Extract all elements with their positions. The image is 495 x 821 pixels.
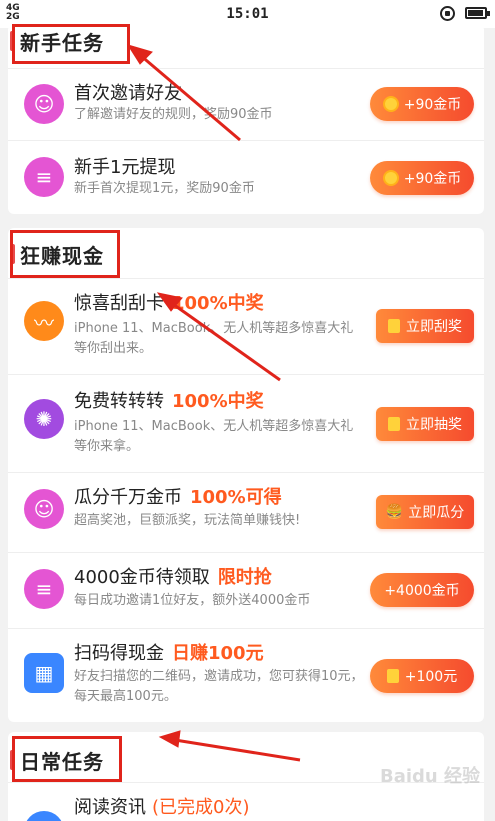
task-row[interactable]: ✺ 免费转转转 100%中奖 iPhone 11、MacBook、无人机等超多惊喜… bbox=[8, 374, 484, 470]
task-highlight: 日赚100元 bbox=[172, 643, 264, 664]
task-row[interactable]: ☺ 瓜分千万金币 100%可得 超高奖池，巨额派奖，玩法简单赚钱快! 🍔 立即瓜分 bbox=[8, 472, 484, 552]
button-label: 立即抽奖 bbox=[406, 417, 462, 433]
reward-button-label: +4000金币 bbox=[384, 583, 460, 599]
red-envelope-icon bbox=[388, 417, 400, 431]
draw-now-button[interactable]: 立即抽奖 bbox=[376, 407, 474, 441]
task-title-text: 免费转转转 bbox=[74, 391, 164, 412]
task-row[interactable]: 〰 惊喜刮刮卡 100%中奖 iPhone 11、MacBook、无人机等超多惊喜… bbox=[8, 278, 484, 372]
clock: 15:01 bbox=[226, 6, 269, 22]
reward-button[interactable]: +100元 bbox=[370, 659, 474, 693]
scratch-now-button[interactable]: 立即刮奖 bbox=[376, 309, 474, 343]
red-envelope-icon bbox=[386, 669, 399, 683]
annotation-box bbox=[12, 736, 122, 782]
task-highlight: 100%中奖 bbox=[172, 391, 264, 412]
task-title: 扫码得现金 日赚100元 bbox=[74, 639, 264, 665]
treasure-icon: 🍔 bbox=[385, 504, 404, 520]
coin-icon bbox=[382, 170, 399, 186]
task-description: iPhone 11、MacBook、无人机等超多惊喜大礼等你刮出来。 bbox=[74, 321, 354, 356]
coin-stack-icon: ≡ bbox=[24, 569, 64, 609]
coin-icon bbox=[382, 96, 399, 112]
task-title: 免费转转转 100%中奖 bbox=[74, 387, 264, 413]
button-label: 立即刮奖 bbox=[406, 319, 462, 335]
task-title: 惊喜刮刮卡 100%中奖 bbox=[74, 289, 264, 315]
task-description: 超高奖池，巨额派奖，玩法简单赚钱快! bbox=[74, 513, 301, 528]
button-label: 立即瓜分 bbox=[408, 505, 465, 521]
task-row[interactable]: ▦ 扫码得现金 日赚100元 好友扫描您的二维码，邀请成功，您可获得10元，每天最… bbox=[8, 628, 484, 720]
task-highlight: 100%可得 bbox=[190, 487, 282, 508]
news-icon bbox=[24, 811, 64, 821]
reward-button[interactable]: +4000金币 bbox=[370, 573, 474, 607]
task-row[interactable]: ≡ 4000金币待领取 限时抢 每日成功邀请1位好友，额外送4000金币 +400… bbox=[8, 552, 484, 628]
invite-user-icon: ☺ bbox=[24, 84, 64, 124]
red-envelope-icon bbox=[388, 319, 400, 333]
scratch-card-icon: 〰 bbox=[24, 301, 64, 341]
task-title: 新手1元提现 bbox=[74, 157, 176, 178]
battery-icon bbox=[465, 7, 490, 19]
reward-button[interactable]: +90金币 bbox=[370, 161, 474, 195]
task-title: 4000金币待领取 限时抢 bbox=[74, 563, 272, 589]
task-title-text: 4000金币待领取 bbox=[74, 567, 210, 588]
task-title: 瓜分千万金币 100%可得 bbox=[74, 483, 282, 509]
qr-code-icon: ▦ bbox=[24, 653, 64, 693]
reward-button-label: +100元 bbox=[404, 669, 458, 685]
reward-button-label: +90金币 bbox=[403, 171, 462, 187]
task-title-text: 瓜分千万金币 bbox=[74, 487, 182, 508]
reward-button[interactable]: +90金币 bbox=[370, 87, 474, 121]
task-description: 好友扫描您的二维码，邀请成功，您可获得10元，每天最高100元。 bbox=[74, 669, 364, 704]
task-title-text: 扫码得现金 bbox=[74, 643, 164, 664]
annotation-box bbox=[10, 230, 120, 278]
task-title-text: 阅读资讯 bbox=[74, 797, 146, 818]
annotation-box bbox=[12, 24, 130, 64]
watermark-logo: Baidu 经验 bbox=[380, 766, 481, 787]
task-title: 阅读资讯 (已完成0次) bbox=[74, 793, 250, 819]
task-description: 新手首次提现1元，奖励90金币 bbox=[74, 181, 255, 196]
split-now-button[interactable]: 🍔 立即瓜分 bbox=[376, 495, 474, 529]
rotation-lock-icon bbox=[440, 6, 455, 21]
task-description: 每日成功邀请1位好友，额外送4000金币 bbox=[74, 593, 311, 608]
user-coin-icon: ☺ bbox=[24, 489, 64, 529]
reward-button-label: +90金币 bbox=[403, 97, 462, 113]
coin-stack-icon: ≡ bbox=[24, 157, 64, 197]
wheel-icon: ✺ bbox=[24, 399, 64, 439]
task-highlight: 限时抢 bbox=[217, 567, 272, 588]
task-description: iPhone 11、MacBook、无人机等超多惊喜大礼等你来拿。 bbox=[74, 419, 354, 454]
task-description: 了解邀请好友的规则，奖励90金币 bbox=[74, 107, 273, 122]
task-progress: (已完成0次) bbox=[152, 797, 250, 818]
task-title-text: 惊喜刮刮卡 bbox=[74, 293, 164, 314]
task-title: 首次邀请好友 bbox=[74, 83, 182, 104]
task-row[interactable]: ≡ 新手1元提现 新手首次提现1元，奖励90金币 +90金币 bbox=[8, 140, 484, 212]
task-row[interactable]: ☺ 首次邀请好友 了解邀请好友的规则，奖励90金币 +90金币 bbox=[8, 68, 484, 138]
task-highlight: 100%中奖 bbox=[172, 293, 264, 314]
